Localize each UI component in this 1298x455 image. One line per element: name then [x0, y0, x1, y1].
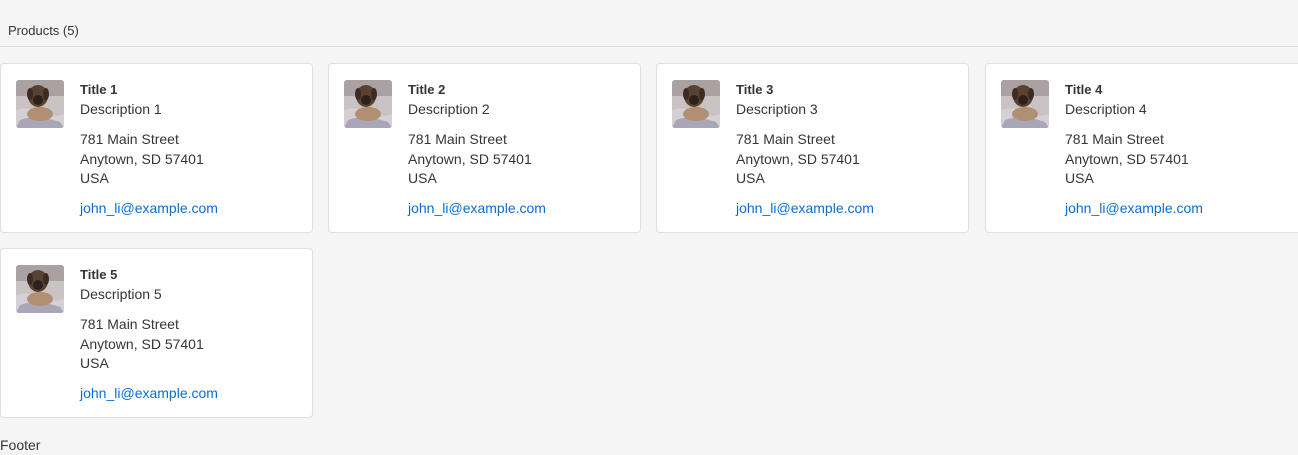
card-city: Anytown, SD 57401 — [80, 151, 204, 167]
card-title: Title 5 — [80, 267, 118, 282]
product-image — [16, 80, 64, 128]
page-footer: Footer — [0, 437, 41, 453]
card-country: USA — [1065, 170, 1094, 186]
card-title: Title 2 — [408, 82, 446, 97]
product-card[interactable]: Title 5 Description 5 781 Main Street An… — [0, 248, 313, 418]
card-street: 781 Main Street — [80, 131, 179, 147]
card-city: Anytown, SD 57401 — [80, 336, 204, 352]
card-city: Anytown, SD 57401 — [736, 151, 860, 167]
card-country: USA — [736, 170, 765, 186]
card-description: Description 4 — [1065, 101, 1147, 117]
card-title: Title 4 — [1065, 82, 1103, 97]
card-street: 781 Main Street — [736, 131, 835, 147]
card-email-link[interactable]: john_li@example.com — [80, 385, 218, 401]
card-street: 781 Main Street — [1065, 131, 1164, 147]
product-card[interactable]: Title 2 Description 2 781 Main Street An… — [328, 63, 641, 233]
card-description: Description 3 — [736, 101, 818, 117]
product-image — [672, 80, 720, 128]
product-card[interactable]: Title 3 Description 3 781 Main Street An… — [656, 63, 969, 233]
card-title: Title 1 — [80, 82, 118, 97]
product-image — [16, 265, 64, 313]
card-title: Title 3 — [736, 82, 774, 97]
card-street: 781 Main Street — [408, 131, 507, 147]
card-email-link[interactable]: john_li@example.com — [408, 200, 546, 216]
card-country: USA — [80, 355, 109, 371]
product-card[interactable]: Title 1 Description 1 781 Main Street An… — [0, 63, 313, 233]
product-image — [344, 80, 392, 128]
list-toolbar: Products (5) — [0, 0, 1298, 47]
card-street: 781 Main Street — [80, 316, 179, 332]
card-city: Anytown, SD 57401 — [1065, 151, 1189, 167]
card-description: Description 5 — [80, 286, 162, 302]
page: Products (5) Title 1 Description 1 781 M… — [0, 0, 1298, 455]
card-email-link[interactable]: john_li@example.com — [1065, 200, 1203, 216]
card-email-link[interactable]: john_li@example.com — [736, 200, 874, 216]
product-card[interactable]: Title 4 Description 4 781 Main Street An… — [985, 63, 1298, 233]
product-image — [1001, 80, 1049, 128]
card-country: USA — [80, 170, 109, 186]
card-city: Anytown, SD 57401 — [408, 151, 532, 167]
card-email-link[interactable]: john_li@example.com — [80, 200, 218, 216]
card-description: Description 1 — [80, 101, 162, 117]
card-country: USA — [408, 170, 437, 186]
list-title: Products (5) — [8, 23, 79, 38]
card-description: Description 2 — [408, 101, 490, 117]
